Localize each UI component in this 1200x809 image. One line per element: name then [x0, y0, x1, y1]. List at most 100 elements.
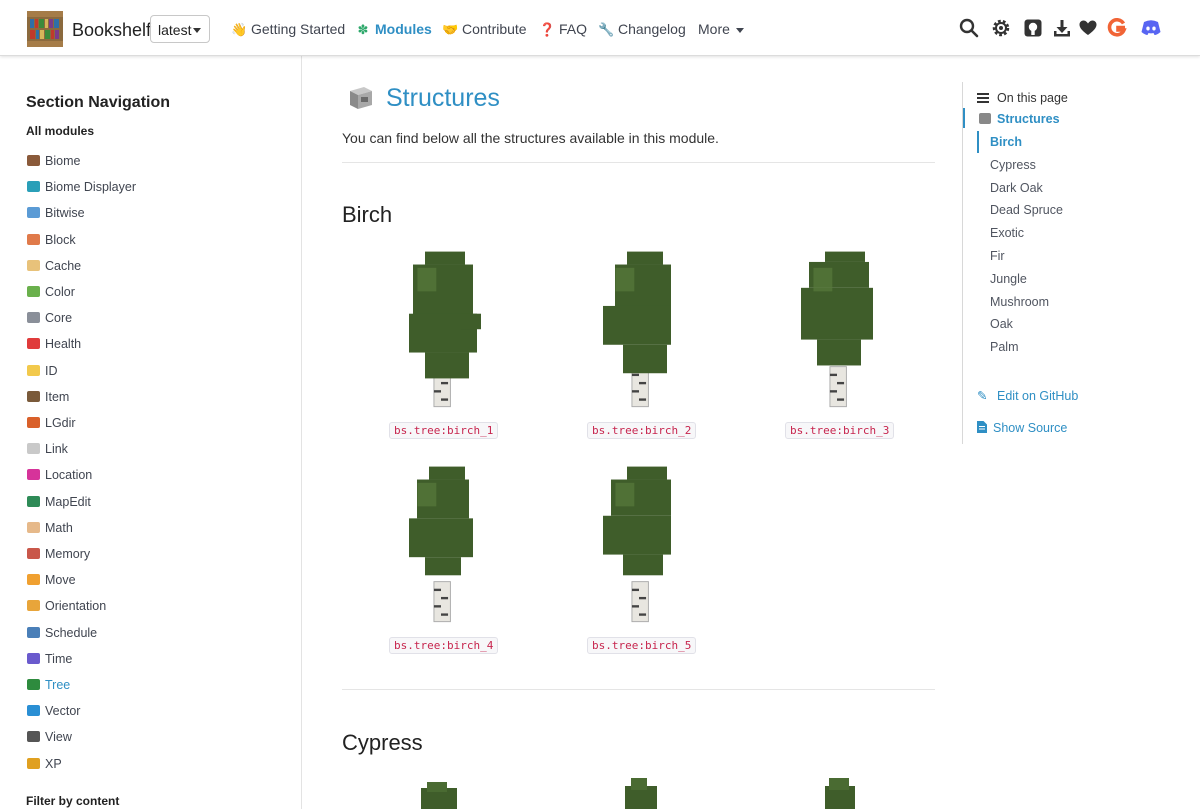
toc-item-exotic[interactable]: Exotic	[990, 226, 1024, 240]
search-icon[interactable]	[959, 18, 979, 38]
structure-block-icon	[979, 113, 991, 124]
sidebar-item-location[interactable]: Location	[27, 468, 92, 482]
sidebar-item-label: Biome	[45, 154, 81, 168]
download-icon[interactable]	[1052, 18, 1072, 38]
sidebar-item-block[interactable]: Block	[27, 233, 76, 247]
core-icon	[27, 312, 40, 324]
time-icon	[27, 652, 40, 664]
sidebar-item-label: Core	[45, 311, 73, 326]
structure-id-code: bs.tree:birch_1	[389, 422, 499, 439]
curseforge-icon[interactable]	[1107, 18, 1127, 38]
toc-item-palm[interactable]: Palm	[990, 340, 1018, 354]
toc-item-structures[interactable]: Structures	[979, 112, 1060, 126]
sidebar-item-label: Bitwise	[45, 206, 85, 221]
birch-tree-preview	[801, 251, 873, 408]
nav-modules-label: Modules	[375, 21, 432, 37]
sidebar-item-label: MapEdit	[45, 494, 91, 509]
cypress-tree-preview	[421, 782, 457, 809]
tree-icon	[27, 679, 40, 690]
orientation-icon	[27, 600, 40, 612]
sidebar-item-label: Health	[45, 337, 82, 352]
sidebar-item-core[interactable]: Core	[27, 311, 72, 325]
intro-text: You can find below all the structures av…	[342, 130, 719, 146]
birch-tree-preview	[603, 466, 671, 623]
section-navigation-sidebar: Section Navigation All modules Biome Biom…	[0, 56, 302, 809]
toc-item-dead-spruce[interactable]: Dead Spruce	[990, 203, 1063, 217]
sidebar-item-cache[interactable]: Cache	[27, 259, 81, 273]
location-icon	[27, 469, 40, 481]
clover-icon: ✽	[357, 22, 369, 37]
sidebar-item-xp[interactable]: XP	[27, 757, 62, 771]
all-modules-link[interactable]: All modules	[26, 124, 94, 138]
sidebar-item-biome-displayer[interactable]: Biome Displayer	[27, 180, 136, 194]
nav-contribute[interactable]: 🤝 Contribute	[442, 21, 527, 38]
show-source-label: Show Source	[993, 421, 1068, 435]
version-select[interactable]: latest	[150, 15, 210, 43]
on-this-page-toc: On this page Structures Birch Cypress Dark…	[962, 82, 1182, 444]
toc-item-dark-oak[interactable]: Dark Oak	[990, 181, 1043, 195]
math-icon	[27, 521, 40, 533]
sidebar-item-id[interactable]: ID	[27, 364, 58, 378]
sidebar-item-health[interactable]: Health	[27, 337, 81, 351]
id-icon	[27, 364, 40, 376]
edit-on-github-link[interactable]: ✎ Edit on GitHub	[977, 388, 1078, 403]
sidebar-item-view[interactable]: View	[27, 730, 72, 744]
nav-faq[interactable]: ❓ FAQ	[539, 21, 587, 38]
toc-item-birch[interactable]: Birch	[990, 135, 1022, 149]
nav-changelog-label: Changelog	[618, 21, 686, 37]
lgdir-icon	[27, 417, 40, 428]
toc-item-fir[interactable]: Fir	[990, 249, 1005, 263]
sidebar-item-link[interactable]: Link	[27, 442, 68, 456]
sidebar-item-move[interactable]: Move	[27, 573, 76, 587]
toc-item-cypress[interactable]: Cypress	[990, 158, 1036, 172]
nav-more-dropdown[interactable]: More	[698, 21, 744, 37]
sidebar-item-color[interactable]: Color	[27, 285, 75, 299]
brand-name[interactable]: Bookshelf	[72, 20, 151, 41]
sidebar-item-tree[interactable]: Tree	[27, 678, 70, 692]
sidebar-item-label: Block	[45, 232, 76, 247]
list-icon	[977, 93, 989, 103]
sidebar-item-label: ID	[45, 363, 58, 378]
sidebar-item-orientation[interactable]: Orientation	[27, 599, 106, 613]
sidebar-item-label: Cache	[45, 258, 82, 273]
nav-changelog[interactable]: 🔧 Changelog	[598, 21, 686, 38]
nav-getting-started[interactable]: 👋 Getting Started	[231, 21, 345, 38]
toc-item-mushroom[interactable]: Mushroom	[990, 295, 1049, 309]
sidebar-item-label: Time	[45, 651, 73, 666]
sidebar-item-mapedit[interactable]: MapEdit	[27, 495, 91, 509]
main-content: Structures You can find below all the st…	[303, 56, 963, 809]
structure-block-icon	[350, 87, 372, 109]
discord-icon[interactable]	[1140, 18, 1162, 38]
sidebar-item-vector[interactable]: Vector	[27, 704, 80, 718]
heart-icon[interactable]	[1078, 18, 1098, 38]
cypress-tree-preview	[825, 778, 855, 809]
sidebar-item-math[interactable]: Math	[27, 521, 73, 535]
sidebar-item-time[interactable]: Time	[27, 652, 72, 666]
show-source-link[interactable]: Show Source	[977, 421, 1067, 435]
toc-item-jungle[interactable]: Jungle	[990, 272, 1027, 286]
sidebar-item-item[interactable]: Item	[27, 390, 69, 404]
nav-modules[interactable]: ✽ Modules	[355, 21, 432, 38]
github-icon[interactable]	[1023, 18, 1043, 38]
gear-icon[interactable]	[991, 18, 1011, 38]
link-icon	[27, 443, 40, 455]
sidebar-item-memory[interactable]: Memory	[27, 547, 90, 561]
handshake-icon: 🤝	[442, 22, 459, 37]
sidebar-item-bitwise[interactable]: Bitwise	[27, 206, 85, 220]
sidebar-item-schedule[interactable]: Schedule	[27, 626, 97, 640]
cache-icon	[27, 259, 40, 271]
waving-hand-icon: 👋	[231, 22, 248, 37]
color-icon	[27, 286, 40, 297]
memory-icon	[27, 548, 40, 559]
cypress-tree-preview	[625, 778, 657, 809]
toc-item-oak[interactable]: Oak	[990, 317, 1013, 331]
sidebar-item-label: Move	[45, 573, 76, 588]
section-heading-birch: Birch	[342, 202, 393, 227]
sidebar-item-biome[interactable]: Biome	[27, 154, 80, 168]
mapedit-icon	[27, 495, 40, 507]
schedule-icon	[27, 626, 40, 638]
top-navbar: Bookshelf latest 👋 Getting Started ✽ Modul…	[0, 0, 1200, 56]
bookshelf-logo[interactable]	[27, 11, 63, 47]
bitwise-icon	[27, 207, 40, 219]
sidebar-item-lgdir[interactable]: LGdir	[27, 416, 76, 430]
